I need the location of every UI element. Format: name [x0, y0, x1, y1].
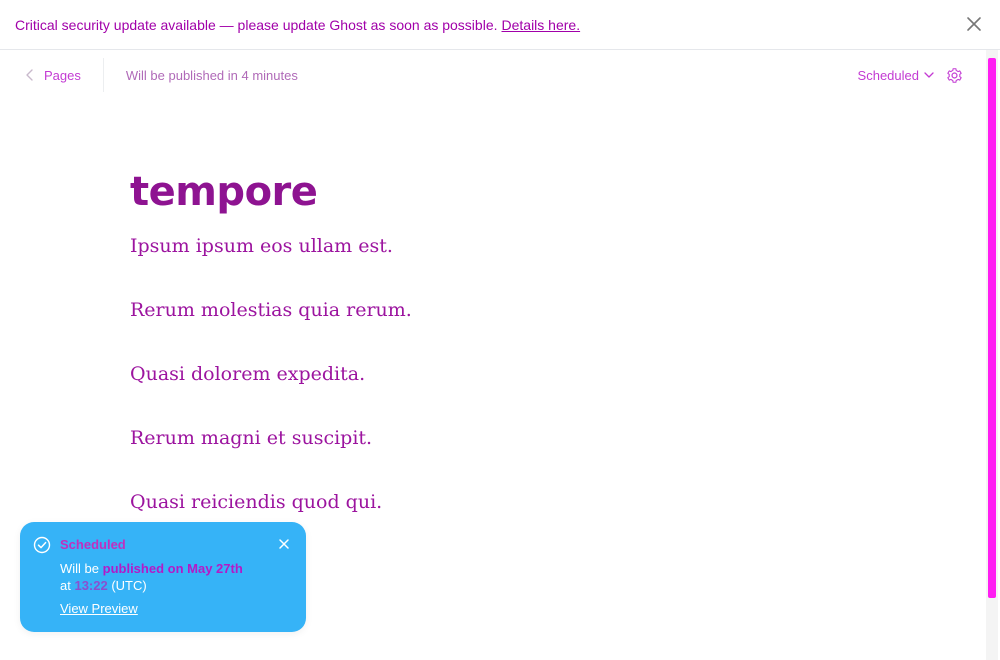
- alert-details-link[interactable]: Details here.: [502, 17, 581, 33]
- publish-status-text: Will be published in 4 minutes: [125, 67, 298, 83]
- chevron-down-icon: [924, 72, 934, 78]
- toast-message-prefix: Will be: [60, 561, 100, 576]
- toast-message: Will be published on May 27th at 13:22 (…: [60, 560, 290, 594]
- status-dropdown-label: Scheduled: [857, 67, 919, 83]
- toolbar-divider: [102, 58, 104, 92]
- post-body[interactable]: Ipsum ipsum eos ullam est. Rerum molesti…: [130, 234, 890, 515]
- alert-message: Critical security update available — ple…: [15, 16, 498, 33]
- chevron-left-icon: [26, 69, 33, 81]
- post-paragraph[interactable]: Quasi dolorem expedita.: [130, 362, 890, 387]
- post-paragraph[interactable]: Quasi reiciendis quod qui.: [130, 490, 890, 515]
- back-label: Pages: [44, 67, 81, 83]
- alert-close-icon[interactable]: [964, 14, 984, 34]
- toast-message-tz: (UTC): [111, 578, 147, 593]
- scrollbar-thumb[interactable]: [988, 58, 996, 598]
- security-alert-banner: Critical security update available — ple…: [0, 0, 1000, 50]
- editor-app: Critical security update available — ple…: [0, 0, 1000, 660]
- post-paragraph[interactable]: Ipsum ipsum eos ullam est.: [130, 234, 890, 259]
- back-to-pages-link[interactable]: Pages: [24, 68, 81, 83]
- post-settings-button[interactable]: [946, 65, 982, 85]
- post-title[interactable]: tempore: [130, 160, 890, 224]
- toast-message-time: 13:22: [74, 578, 108, 593]
- content-scrollbar[interactable]: [986, 50, 998, 660]
- toolbar-right-actions: Scheduled: [858, 50, 982, 100]
- check-circle-icon: [33, 536, 51, 554]
- scheduled-toast: Scheduled Will be published on May 27th …: [20, 522, 306, 632]
- toast-message-date: published on May 27th: [102, 561, 243, 576]
- toast-close-icon[interactable]: [278, 538, 290, 550]
- post-paragraph[interactable]: Rerum magni et suscipit.: [130, 426, 890, 451]
- toast-message-at: at: [60, 578, 71, 593]
- post-status-dropdown[interactable]: Scheduled: [858, 68, 934, 83]
- alert-message-text: Critical security update available — ple…: [15, 17, 580, 33]
- gear-icon: [947, 67, 962, 83]
- post-content: tempore Ipsum ipsum eos ullam est. Rerum…: [130, 160, 890, 554]
- view-preview-link[interactable]: View Preview: [60, 601, 138, 616]
- post-paragraph[interactable]: Rerum molestias quia rerum.: [130, 298, 890, 323]
- toast-title: Scheduled: [60, 537, 126, 552]
- editor-toolbar: Pages Will be published in 4 minutes Sch…: [0, 50, 986, 100]
